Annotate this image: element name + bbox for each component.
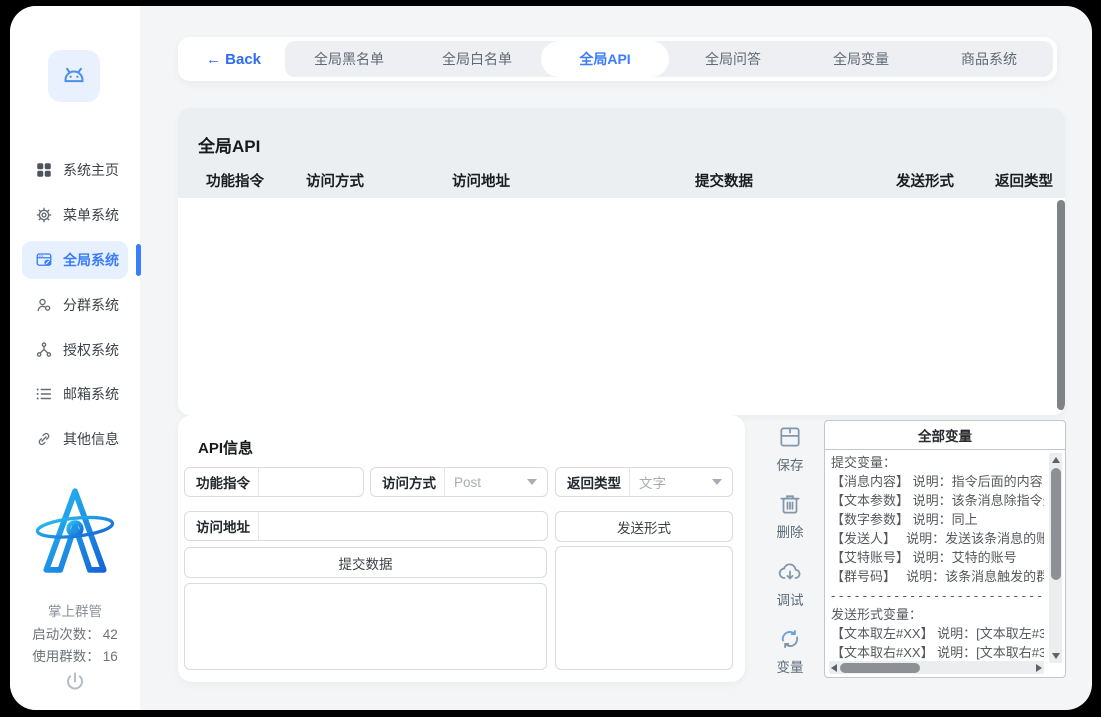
global-window-icon [35,251,53,269]
col-post-data: 提交数据 [695,170,753,191]
list-icon [35,385,53,403]
command-label: 功能指令 [185,468,259,496]
vars-vscroll-thumb[interactable] [1051,468,1061,580]
chevron-down-icon [527,479,537,485]
save-button[interactable]: 保存 [777,424,804,474]
col-send-form: 发送形式 [896,170,954,191]
api-info-title: API信息 [198,437,253,458]
chevron-down-icon [712,479,722,485]
post-data-header: 提交数据 [184,547,547,578]
variables-button[interactable]: 变量 [777,626,804,676]
table-header: 全局API 功能指令 访问方式 访问地址 提交数据 发送形式 返回类型 [178,108,1065,198]
sidebar-item-label: 邮箱系统 [63,384,119,404]
url-label: 访问地址 [185,512,259,540]
return-type-label: 返回类型 [556,468,630,496]
link-icon [35,430,53,448]
col-return: 返回类型 [995,170,1053,191]
sidebar-item-groups[interactable]: 分群系统 [22,286,128,324]
scroll-left-arrow-icon[interactable] [831,664,837,672]
return-type-value: 文字 [630,472,712,492]
tab-product-system[interactable]: 商品系统 [925,41,1053,77]
group-count: 使用群数：16 [10,645,140,665]
vars-hscroll-thumb[interactable] [840,663,920,673]
share-nodes-icon [35,341,53,359]
method-label: 访问方式 [371,468,445,496]
action-column: 保存 删除 调试 [758,424,822,676]
send-form-textarea[interactable] [556,547,732,669]
tab-global-whitelist[interactable]: 全局白名单 [413,41,541,77]
sidebar-item-global[interactable]: 全局系统 [22,241,128,279]
robot-logo-badge [48,50,100,102]
tab-global-vars[interactable]: 全局变量 [797,41,925,77]
action-label: 保存 [777,454,804,474]
app-logo [34,484,116,582]
app-window: 系统主页 菜单系统 全局系统 [10,6,1092,710]
sidebar-item-label: 菜单系统 [63,205,119,225]
launch-count: 启动次数：42 [10,623,140,643]
table-body [178,198,1065,415]
send-form-header: 发送形式 [555,511,733,542]
col-url: 访问地址 [452,170,510,191]
col-method: 访问方式 [306,170,364,191]
sidebar-item-other[interactable]: 其他信息 [22,420,128,458]
sidebar-item-label: 授权系统 [63,340,119,360]
save-icon [777,424,803,450]
back-button[interactable]: ← Back [182,41,285,77]
action-label: 变量 [777,656,804,676]
variables-panel: 全部变量 提交变量： 【消息内容】 说明：指令后面的内容 【文本参数】 说明：该… [824,420,1066,678]
gear-icon [35,206,53,224]
sidebar: 系统主页 菜单系统 全局系统 [10,6,140,710]
send-form-box [555,546,733,670]
tab-strip: 全局黑名单 全局白名单 全局API 全局问答 全局变量 商品系统 [285,41,1053,77]
post-data-textarea[interactable] [185,584,546,669]
command-field: 功能指令 [184,467,364,497]
vars-vertical-scrollbar[interactable] [1049,453,1062,663]
variables-panel-body: 提交变量： 【消息内容】 说明：指令后面的内容 【文本参数】 说明：该条消息除指… [825,450,1065,677]
sidebar-item-label: 其他信息 [63,429,119,449]
table-scrollbar-thumb[interactable] [1057,200,1065,410]
vars-horizontal-scrollbar[interactable] [829,661,1044,674]
url-input[interactable] [259,512,547,540]
action-label: 删除 [777,521,804,541]
api-info-panel: API信息 功能指令 访问方式 Post 返回类型 文字 访问地址 发送形式 提… [178,415,745,682]
sidebar-item-auth[interactable]: 授权系统 [22,331,128,369]
delete-button[interactable]: 删除 [777,491,804,541]
tab-bar: ← Back 全局黑名单 全局白名单 全局API 全局问答 全局变量 商品系统 [178,37,1057,81]
debug-button[interactable]: 调试 [777,559,804,609]
grid-icon [35,161,53,179]
android-robot-icon [59,61,89,91]
delete-icon [777,491,803,517]
scroll-up-arrow-icon[interactable] [1052,457,1060,463]
table-title: 全局API [198,132,260,157]
scroll-down-arrow-icon[interactable] [1052,653,1060,659]
scroll-right-arrow-icon[interactable] [1036,664,1042,672]
active-item-indicator [136,244,141,276]
tab-global-qa[interactable]: 全局问答 [669,41,797,77]
debug-cloud-icon [777,559,803,585]
command-input[interactable] [259,468,363,496]
action-label: 调试 [777,589,804,609]
sidebar-item-home[interactable]: 系统主页 [22,151,128,189]
tab-global-blacklist[interactable]: 全局黑名单 [285,41,413,77]
tab-global-api[interactable]: 全局API [541,41,669,77]
post-data-box [184,583,547,670]
url-field: 访问地址 [184,511,548,541]
variables-panel-title: 全部变量 [825,421,1065,450]
method-value: Post [445,475,527,490]
method-dropdown[interactable]: 访问方式 Post [370,467,548,497]
return-type-dropdown[interactable]: 返回类型 文字 [555,467,733,497]
variables-sync-icon [777,626,803,652]
variables-text: 提交变量： 【消息内容】 说明：指令后面的内容 【文本参数】 说明：该条消息除指… [831,453,1044,660]
sidebar-item-label: 全局系统 [63,250,119,270]
col-command: 功能指令 [206,170,264,191]
app-name: 掌上群管 [10,600,140,620]
sidebar-item-mail[interactable]: 邮箱系统 [22,375,128,413]
user-group-icon [35,296,53,314]
power-button[interactable] [63,670,87,694]
sidebar-item-label: 分群系统 [63,295,119,315]
sidebar-item-label: 系统主页 [63,160,119,180]
api-table-panel: 全局API 功能指令 访问方式 访问地址 提交数据 发送形式 返回类型 [178,108,1065,415]
sidebar-item-menu[interactable]: 菜单系统 [22,196,128,234]
power-icon [63,670,87,694]
